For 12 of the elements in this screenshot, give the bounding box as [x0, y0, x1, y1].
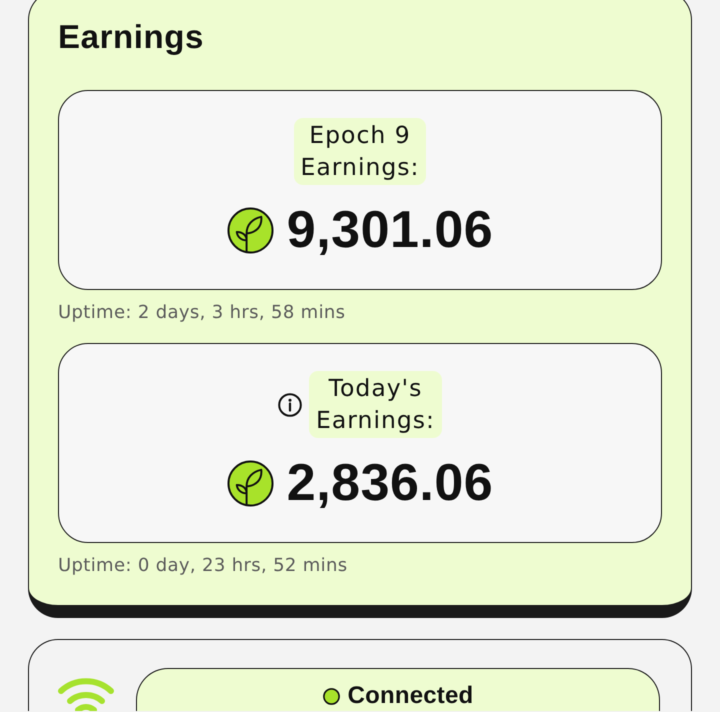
status-text: Connected	[348, 682, 474, 710]
earnings-label: Epoch 9 Earnings:	[294, 118, 426, 185]
section-title: Earnings	[58, 17, 206, 57]
uptime-text: Uptime: 0 day, 23 hrs, 52 mins	[58, 554, 348, 578]
earnings-amount: 2,836.06	[286, 455, 494, 511]
earnings-label: Today's Earnings:	[309, 371, 442, 438]
earnings-amount: 9,301.06	[286, 202, 494, 258]
leaf-coin-icon	[226, 206, 274, 254]
uptime-text: Uptime: 2 days, 3 hrs, 58 mins	[58, 301, 346, 325]
info-icon[interactable]	[278, 392, 302, 416]
leaf-coin-icon	[226, 460, 274, 506]
wifi-icon	[58, 677, 114, 711]
